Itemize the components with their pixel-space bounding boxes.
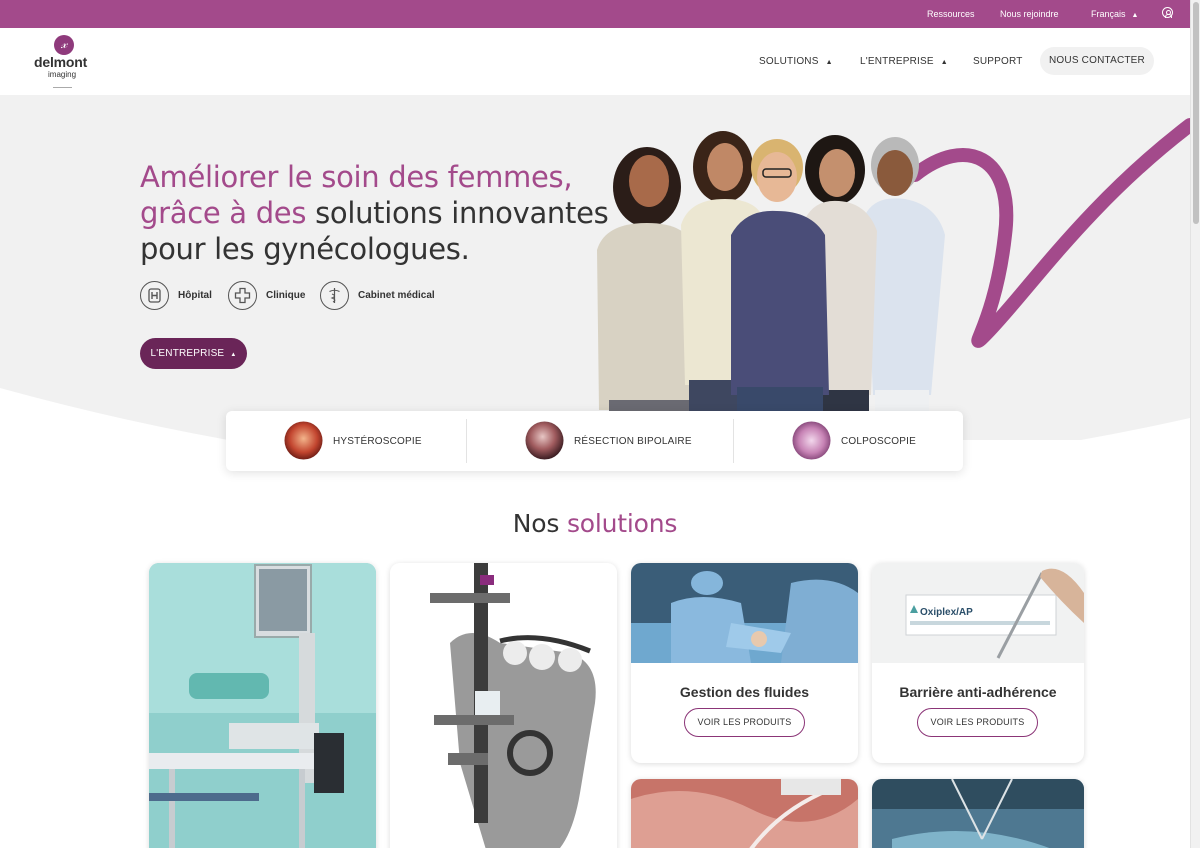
- nav-support[interactable]: SUPPORT: [973, 56, 1023, 67]
- card-title: Barrière anti-adhérence: [899, 684, 1057, 700]
- tissue-resection-photo: [631, 779, 858, 848]
- category-colposcopy[interactable]: COLPOSCOPIE: [734, 411, 963, 471]
- top-utility-bar: Ressources Nous rejoindre Français ▲: [0, 0, 1190, 28]
- hospital-icon: [140, 281, 169, 310]
- category-label: COLPOSCOPIE: [841, 436, 916, 447]
- oxiplex-label: Oxiplex/AP: [920, 607, 973, 618]
- company-cta-button[interactable]: L'ENTREPRISE ▲: [140, 338, 247, 369]
- resources-link[interactable]: Ressources: [927, 9, 975, 19]
- hero-line-2: grâce à des solutions innovantes: [140, 195, 609, 231]
- logo-rule: [53, 87, 72, 88]
- contact-button[interactable]: NOUS CONTACTER: [1040, 47, 1154, 75]
- solutions-heading-purple: solutions: [566, 509, 678, 538]
- hero-headline: Améliorer le soin des femmes, grâce à de…: [140, 159, 609, 267]
- caret-up-icon: ▲: [230, 352, 237, 358]
- exam-room-photo: [149, 563, 376, 848]
- solution-card-laparoscopy[interactable]: [872, 779, 1084, 848]
- view-products-button[interactable]: VOIR LES PRODUITS: [684, 708, 805, 737]
- caret-up-icon: ▲: [825, 59, 833, 66]
- category-label: RÉSECTION BIPOLAIRE: [574, 436, 692, 447]
- caret-up-icon: ▲: [1131, 12, 1139, 19]
- oxiplex-product-photo: Oxiplex/AP: [872, 563, 1084, 663]
- facility-label: Hôpital: [178, 290, 212, 301]
- clinic-icon: [228, 281, 257, 310]
- category-hysteroscopy[interactable]: HYSTÉROSCOPIE: [226, 411, 466, 471]
- hero-line-2-dark: solutions innovantes: [315, 196, 609, 230]
- nav-company[interactable]: L'ENTREPRISE ▲: [860, 56, 948, 67]
- logo-subtitle: imaging: [48, 70, 77, 79]
- nav-solutions-label: SOLUTIONS: [759, 56, 819, 67]
- solution-card-resection[interactable]: [631, 779, 858, 848]
- language-label: Français: [1091, 9, 1126, 19]
- nav-solutions[interactable]: SOLUTIONS ▲: [759, 56, 833, 67]
- category-bipolar-resection[interactable]: RÉSECTION BIPOLAIRE: [467, 411, 733, 471]
- scrollbar-thumb[interactable]: [1193, 2, 1199, 224]
- main-header: 𝓍 delmont imaging SOLUTIONS ▲ L'ENTREPRIS…: [0, 28, 1190, 95]
- view-products-button[interactable]: VOIR LES PRODUITS: [917, 708, 1038, 737]
- solutions-heading-dark: Nos: [512, 509, 560, 538]
- hero-line-1: Améliorer le soin des femmes,: [140, 160, 573, 194]
- page-scrollbar[interactable]: [1190, 0, 1200, 848]
- language-selector[interactable]: Français ▲: [1091, 9, 1138, 19]
- facility-label: Cabinet médical: [358, 290, 435, 301]
- logo-mark-icon: 𝓍: [54, 35, 74, 55]
- user-icon[interactable]: [1162, 7, 1173, 18]
- category-bar: HYSTÉROSCOPIE RÉSECTION BIPOLAIRE COLPOS…: [226, 411, 963, 471]
- card-title: Gestion des fluides: [679, 684, 810, 700]
- hysteroscopy-thumbnail: [284, 421, 323, 460]
- category-label: HYSTÉROSCOPIE: [333, 436, 422, 447]
- caret-up-icon: ▲: [940, 59, 948, 66]
- laparoscopy-photo: [872, 779, 1084, 848]
- logo-name: delmont: [34, 54, 88, 70]
- colposcopy-thumbnail: [792, 421, 831, 460]
- nav-company-label: L'ENTREPRISE: [860, 56, 934, 67]
- brand-ribbon: [908, 118, 1190, 348]
- surgery-photo: [631, 563, 858, 663]
- solution-card-fluid-management[interactable]: Gestion des fluides VOIR LES PRODUITS: [631, 563, 858, 763]
- solution-card-anti-adhesion[interactable]: Oxiplex/AP Barrière anti-adhérence VOIR …: [872, 563, 1084, 763]
- delmont-logo[interactable]: 𝓍 delmont imaging: [34, 35, 94, 89]
- facility-label: Clinique: [266, 290, 306, 301]
- hero-line-3: pour les gynécologues.: [140, 232, 470, 266]
- join-us-link[interactable]: Nous rejoindre: [1000, 9, 1059, 19]
- solutions-heading: Nos solutions: [0, 509, 1190, 538]
- company-cta-label: L'ENTREPRISE: [150, 348, 225, 359]
- bipolar-resection-thumbnail: [525, 421, 564, 460]
- hero-line-2-purple: grâce à des: [140, 196, 307, 230]
- solution-card-office-equipment[interactable]: [149, 563, 376, 848]
- hysteroscope-photo: [390, 563, 617, 848]
- medical-office-icon: [320, 281, 349, 310]
- solution-card-instruments[interactable]: [390, 563, 617, 848]
